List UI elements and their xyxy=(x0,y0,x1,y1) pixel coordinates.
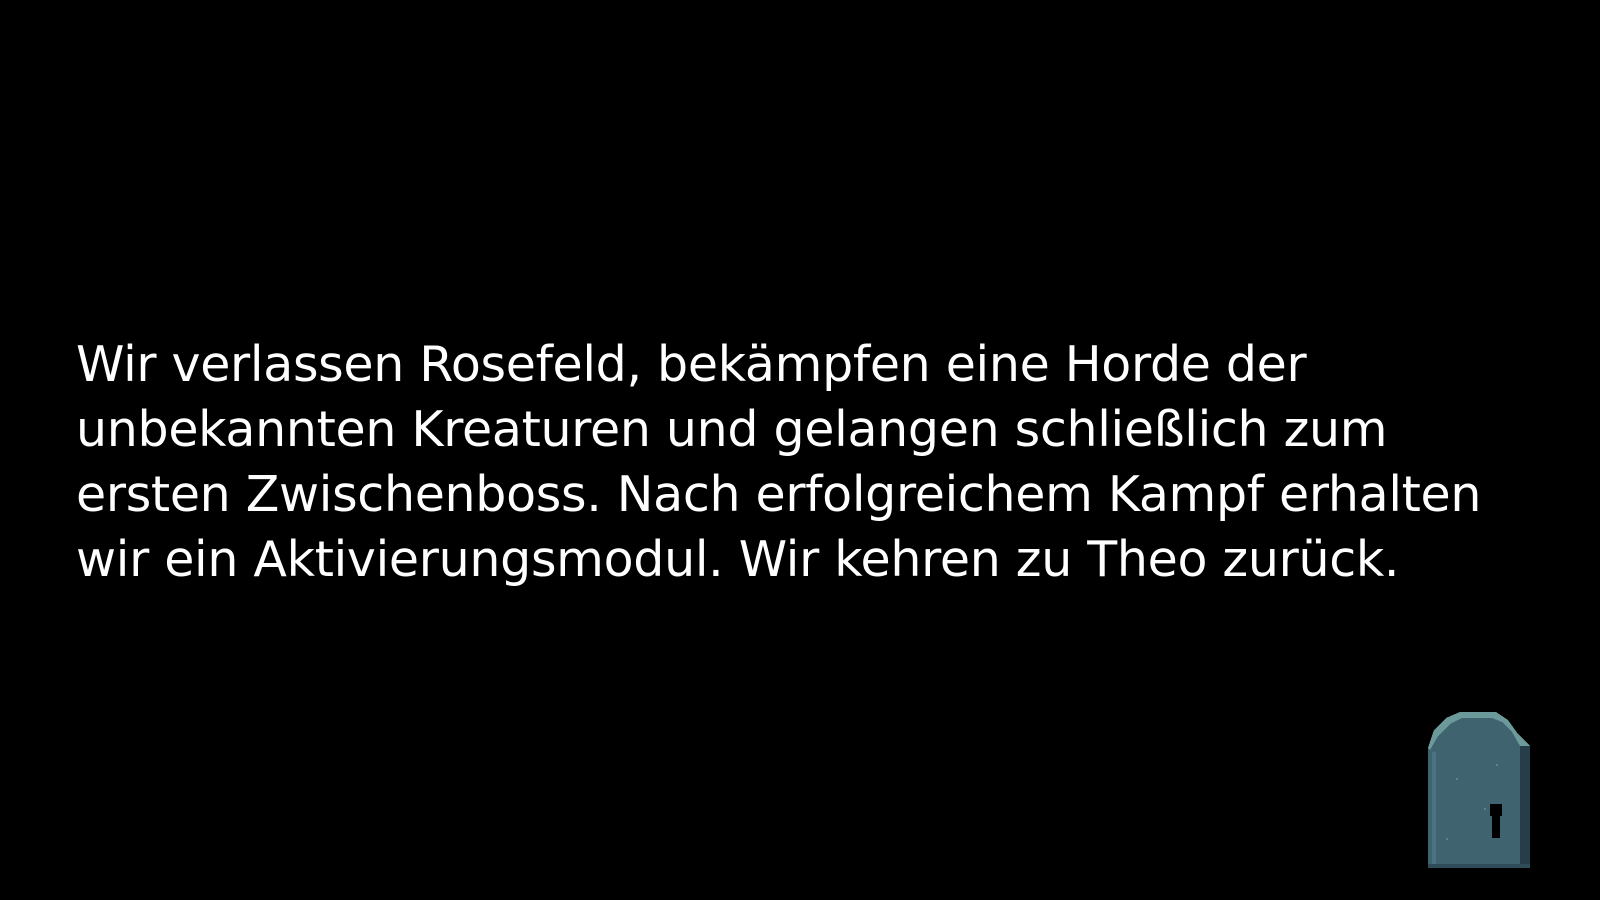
narration-line: Wir verlassen Rosefeld, bekämpfen eine H… xyxy=(76,336,1307,393)
continue-door-button[interactable] xyxy=(1426,708,1532,870)
narration-line: ersten Zwischenboss. Nach erfolgreichem … xyxy=(76,466,1482,523)
door-icon xyxy=(1428,712,1530,868)
cutscene-screen: Wir verlassen Rosefeld, bekämpfen eine H… xyxy=(0,0,1600,900)
narration-line: wir ein Aktivierungsmodul. Wir kehren zu… xyxy=(76,531,1400,588)
narration-text: Wir verlassen Rosefeld, bekämpfen eine H… xyxy=(76,332,1576,592)
narration-line: unbekannten Kreaturen und gelangen schli… xyxy=(76,401,1388,458)
